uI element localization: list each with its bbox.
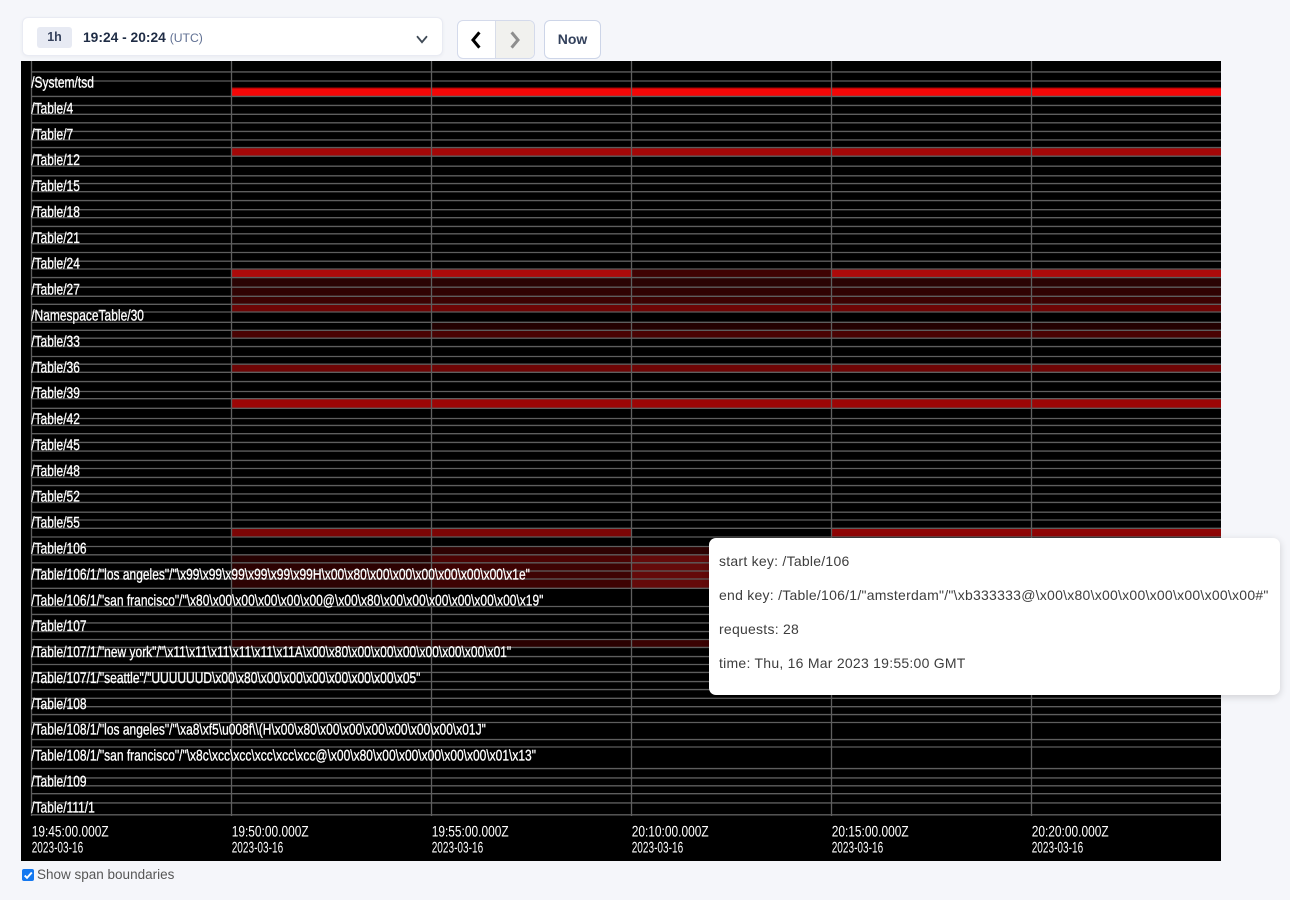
svg-text:2023-03-16: 2023-03-16 (432, 838, 484, 856)
svg-text:/Table/111/1: /Table/111/1 (31, 798, 95, 816)
svg-text:/Table/7: /Table/7 (31, 125, 73, 143)
svg-text:/Table/107/1/"new york"/"\x11\: /Table/107/1/"new york"/"\x11\x11\x11\x1… (31, 643, 511, 661)
svg-text:/Table/108/1/"san francisco"/": /Table/108/1/"san francisco"/"\x8c\xcc\x… (31, 747, 536, 765)
svg-text:/Table/106/1/"los angeles"/"\x: /Table/106/1/"los angeles"/"\x99\x99\x99… (31, 565, 530, 583)
svg-text:/Table/33: /Table/33 (31, 332, 80, 350)
svg-text:2023-03-16: 2023-03-16 (632, 838, 684, 856)
svg-text:/Table/48: /Table/48 (31, 462, 80, 480)
svg-text:2023-03-16: 2023-03-16 (1032, 838, 1084, 856)
svg-text:/Table/42: /Table/42 (31, 410, 80, 428)
svg-text:/Table/108/1/"los angeles"/"\x: /Table/108/1/"los angeles"/"\xa8\xf5\u00… (31, 721, 486, 739)
svg-text:2023-03-16: 2023-03-16 (232, 838, 284, 856)
svg-text:/Table/108: /Table/108 (31, 695, 87, 713)
svg-text:/Table/107/1/"seattle"/"UUUUUU: /Table/107/1/"seattle"/"UUUUUUD\x00\x80\… (31, 669, 420, 687)
svg-text:/Table/106: /Table/106 (31, 539, 87, 557)
svg-text:/Table/18: /Table/18 (31, 203, 80, 221)
svg-text:/Table/27: /Table/27 (31, 281, 80, 299)
svg-text:/Table/45: /Table/45 (31, 436, 80, 454)
svg-text:/Table/106/1/"san francisco"/": /Table/106/1/"san francisco"/"\x80\x00\x… (31, 591, 543, 609)
svg-text:/System/tsd: /System/tsd (31, 73, 94, 91)
svg-text:/Table/52: /Table/52 (31, 488, 80, 506)
svg-text:/Table/21: /Table/21 (31, 229, 80, 247)
svg-text:/Table/109: /Table/109 (31, 772, 87, 790)
svg-text:/Table/36: /Table/36 (31, 358, 80, 376)
svg-text:2023-03-16: 2023-03-16 (832, 838, 884, 856)
svg-text:/Table/12: /Table/12 (31, 151, 80, 169)
svg-text:2023-03-16: 2023-03-16 (32, 838, 84, 856)
svg-text:/Table/4: /Table/4 (31, 99, 73, 117)
svg-text:/Table/15: /Table/15 (31, 177, 80, 195)
svg-text:/Table/24: /Table/24 (31, 255, 80, 273)
svg-text:/NamespaceTable/30: /NamespaceTable/30 (31, 306, 144, 324)
svg-text:/Table/107: /Table/107 (31, 617, 87, 635)
svg-text:/Table/39: /Table/39 (31, 384, 80, 402)
svg-text:/Table/55: /Table/55 (31, 514, 80, 532)
